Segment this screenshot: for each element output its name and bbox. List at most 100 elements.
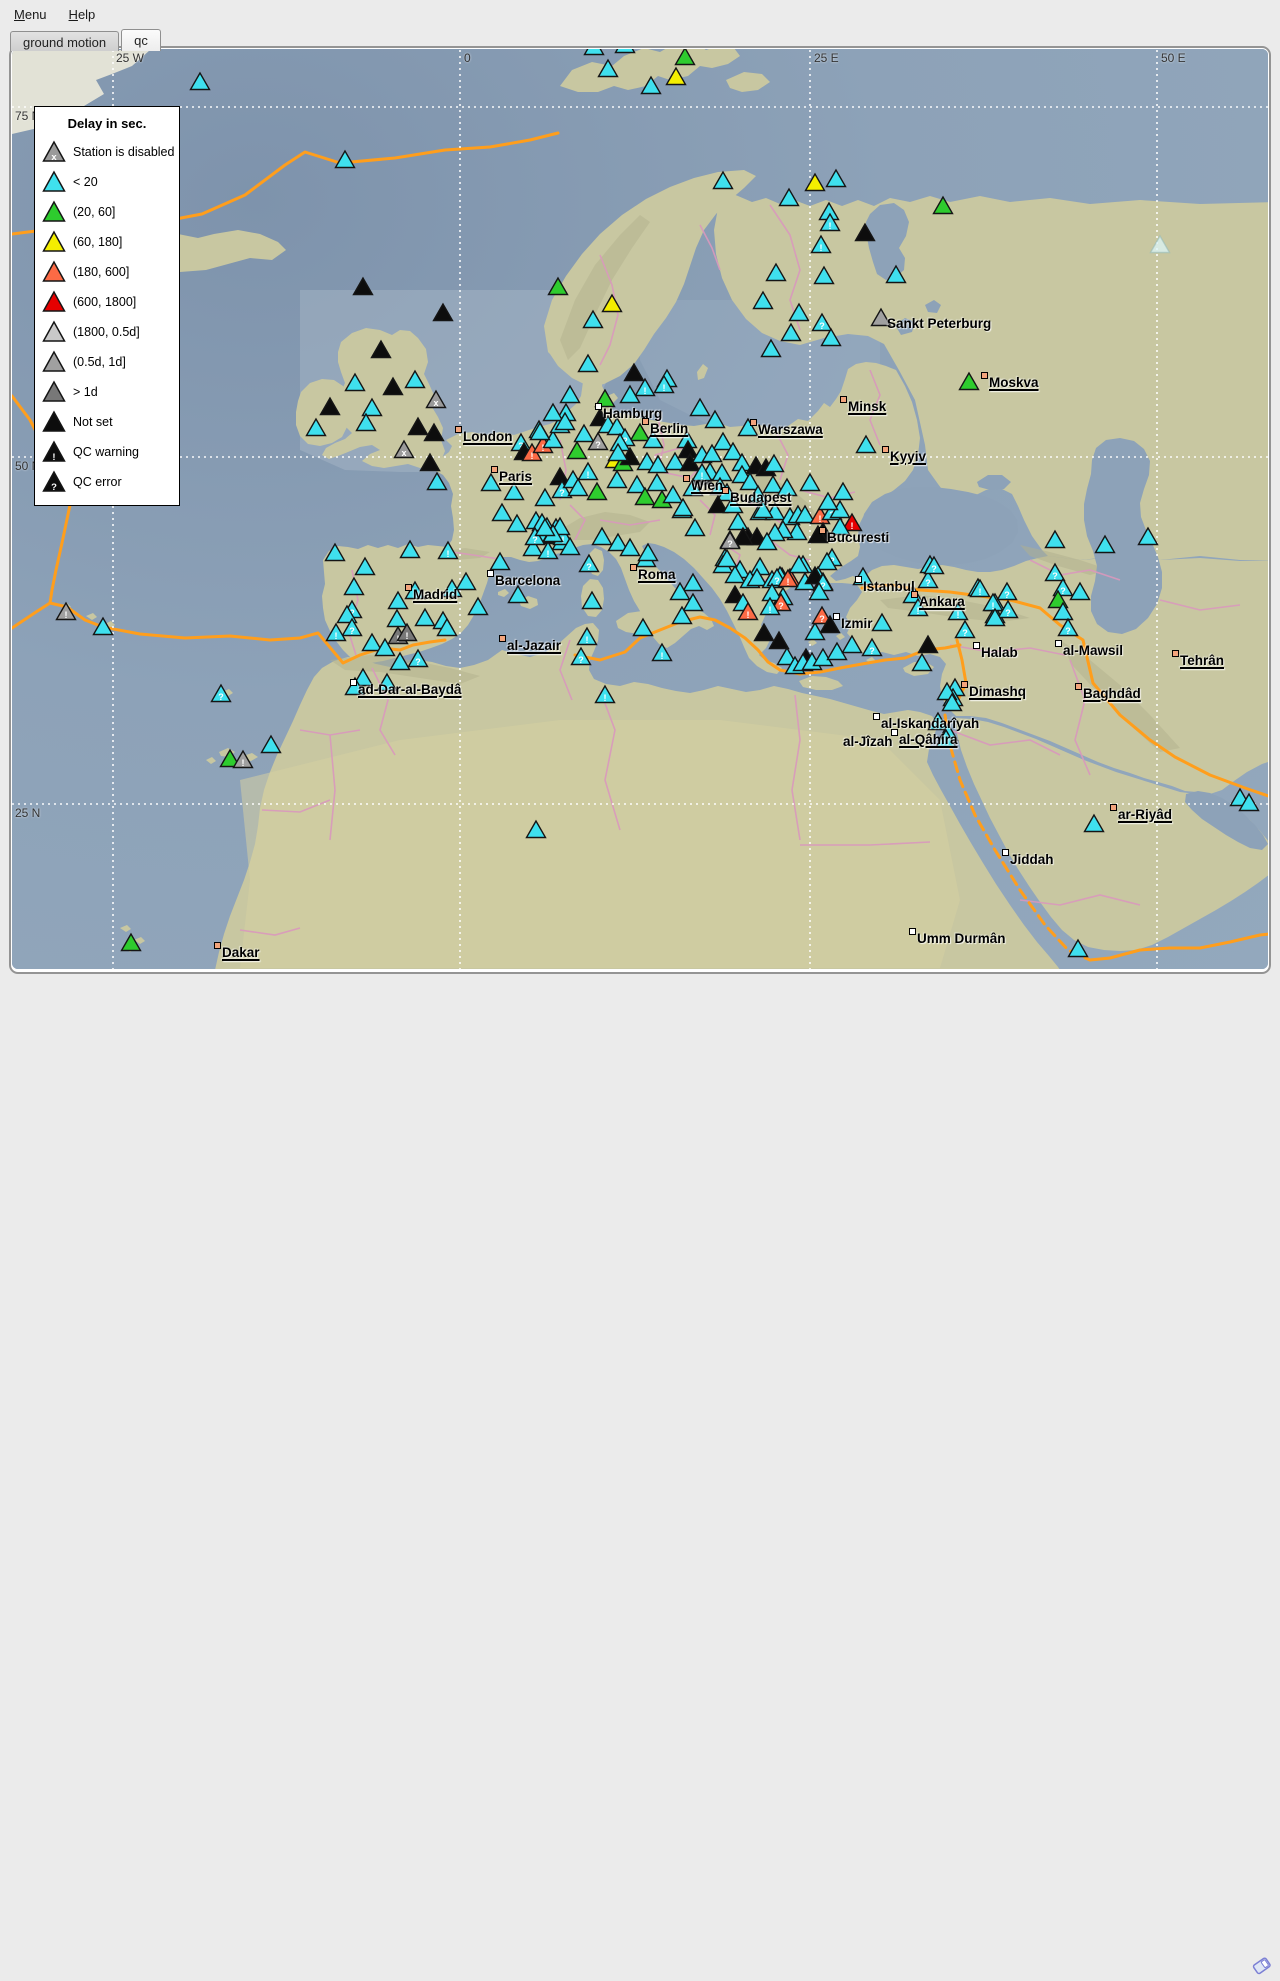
- tab-ground-motion[interactable]: ground motion: [10, 31, 119, 51]
- legend-item-label: Station is disabled: [67, 145, 174, 159]
- grid-label-longitude: 25 E: [814, 51, 839, 65]
- legend-item: (60, 180]: [35, 227, 179, 257]
- city-square: [1075, 683, 1082, 690]
- legend-item-label: < 20: [67, 175, 98, 189]
- legend-item-label: (20, 60]: [67, 205, 115, 219]
- legend-triangle-icon: [41, 350, 67, 374]
- menu-item-help[interactable]: Help: [59, 3, 106, 26]
- legend-item: (600, 1800]: [35, 287, 179, 317]
- city-label: Umm Durmân: [917, 931, 1006, 946]
- svg-text:!: !: [52, 452, 55, 463]
- legend-item: Not set: [35, 407, 179, 437]
- city-label: Paris: [499, 469, 532, 484]
- grid-label-longitude: 50 E: [1161, 51, 1186, 65]
- legend-triangle-icon: [41, 200, 67, 224]
- grid-label-longitude: 25 W: [116, 51, 144, 65]
- city-square: [833, 613, 840, 620]
- city-square: [405, 584, 412, 591]
- legend-item: > 1d: [35, 377, 179, 407]
- city-label: Baghdâd: [1083, 686, 1141, 701]
- city-square: [722, 487, 729, 494]
- city-square: [642, 418, 649, 425]
- grid-label-latitude: 25 N: [15, 806, 40, 820]
- city-square: [819, 527, 826, 534]
- svg-text:x: x: [51, 152, 57, 163]
- legend-triangle-icon: [41, 170, 67, 194]
- legend-item-label: (0.5d, 1d]: [67, 355, 126, 369]
- legend-item: < 20: [35, 167, 179, 197]
- legend-triangle-icon: [41, 230, 67, 254]
- city-label: Warszawa: [758, 422, 823, 437]
- city-label: Ankara: [919, 594, 965, 609]
- city-label: al-Mawsil: [1063, 643, 1123, 658]
- city-label: Minsk: [848, 399, 886, 414]
- station-map[interactable]: !!?xx?!!??!!!!??!!!?!?????!?!?!!???!???!…: [12, 49, 1268, 969]
- legend-triangle-icon: !: [41, 440, 67, 464]
- city-square: [873, 713, 880, 720]
- resize-grip-icon[interactable]: [1250, 1954, 1276, 1976]
- legend-item-label: (180, 600]: [67, 265, 129, 279]
- tab-bar: ground motionqc: [10, 29, 163, 51]
- city-label: Dimashq: [969, 684, 1026, 699]
- legend-triangle-icon: [41, 260, 67, 284]
- city-label: ar-Riyâd: [1118, 807, 1172, 822]
- svg-text:?: ?: [51, 482, 57, 493]
- city-square: [499, 635, 506, 642]
- legend-triangle-icon: [41, 290, 67, 314]
- city-label: al-Jîzah: [843, 734, 893, 749]
- legend-item: (0.5d, 1d]: [35, 347, 179, 377]
- city-label: Budapest: [730, 490, 792, 505]
- legend-item-label: QC error: [67, 475, 122, 489]
- legend-item-label: > 1d: [67, 385, 98, 399]
- legend-rows: x Station is disabled < 20 (20, 60] (60, 180…: [35, 137, 179, 497]
- city-label: Bucuresti: [827, 530, 889, 545]
- city-square: [961, 681, 968, 688]
- legend-item: (180, 600]: [35, 257, 179, 287]
- city-square: [1110, 804, 1117, 811]
- city-label: London: [463, 429, 512, 444]
- city-square: [595, 403, 602, 410]
- qc-application-window: MenuHelp ground motionqc: [0, 0, 1280, 1004]
- city-square: [350, 679, 357, 686]
- city-label: Moskva: [989, 375, 1039, 390]
- legend-triangle-icon: [41, 320, 67, 344]
- city-label: Dakar: [222, 945, 260, 960]
- legend-item-label: QC warning: [67, 445, 139, 459]
- legend-item-label: (60, 180]: [67, 235, 122, 249]
- city-square: [683, 475, 690, 482]
- city-label: Roma: [638, 567, 676, 582]
- city-square: [630, 564, 637, 571]
- city-label: Hamburg: [603, 406, 662, 421]
- map-frame: !!?xx?!!??!!!!??!!!?!?????!?!?!!???!???!…: [9, 46, 1271, 974]
- menu-item-menu[interactable]: Menu: [4, 3, 57, 26]
- city-square: [487, 570, 494, 577]
- legend-item: (1800, 0.5d]: [35, 317, 179, 347]
- legend-triangle-icon: ?: [41, 470, 67, 494]
- city-label: Istanbul: [863, 579, 915, 594]
- city-square: [855, 576, 862, 583]
- delay-legend: Delay in sec. x Station is disabled < 20 (2…: [34, 106, 180, 506]
- city-label: Wien: [691, 478, 723, 493]
- city-square: [911, 591, 918, 598]
- city-square: [840, 396, 847, 403]
- city-square: [909, 928, 916, 935]
- legend-item: ? QC error: [35, 467, 179, 497]
- tab-qc[interactable]: qc: [121, 29, 161, 51]
- city-label: al-Jazair: [507, 638, 561, 653]
- legend-item-label: Not set: [67, 415, 113, 429]
- city-square: [891, 729, 898, 736]
- city-square: [981, 372, 988, 379]
- city-label: ad-Dar-al-Baydâ: [358, 682, 462, 697]
- status-bar: [0, 974, 1280, 1004]
- legend-triangle-icon: [41, 410, 67, 434]
- city-label: Madrid: [413, 587, 457, 602]
- legend-title: Delay in sec.: [35, 113, 179, 137]
- grid-label-longitude: 0: [464, 51, 471, 65]
- legend-item-label: (600, 1800]: [67, 295, 136, 309]
- city-square: [750, 419, 757, 426]
- city-label: Halab: [981, 645, 1018, 660]
- city-square: [455, 426, 462, 433]
- city-label: Izmir: [841, 616, 873, 631]
- legend-item: ! QC warning: [35, 437, 179, 467]
- city-label: Barcelona: [495, 573, 560, 588]
